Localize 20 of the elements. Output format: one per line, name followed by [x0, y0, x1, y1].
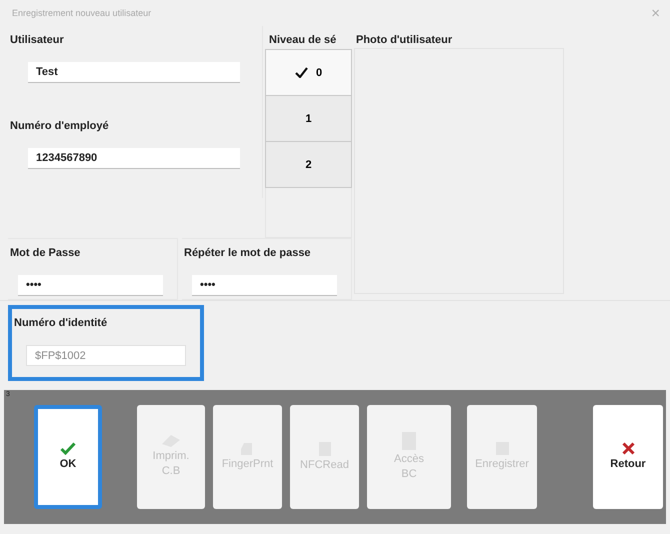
input-field[interactable]: ••••: [18, 275, 163, 296]
field-label: Numéro d'identité: [14, 317, 108, 329]
window-title: Enregistrement nouveau utilisateur: [12, 8, 152, 18]
field-label: Utilisateur: [10, 34, 64, 46]
cross-icon: [622, 442, 634, 456]
level-button[interactable]: 2: [265, 141, 352, 188]
input-field[interactable]: 1234567890: [28, 148, 240, 169]
input-field[interactable]: Test: [28, 62, 240, 83]
level-button[interactable]: 1: [265, 95, 352, 142]
column-header: Niveau de sé: [269, 34, 338, 46]
toolbar-button[interactable]: OK: [34, 405, 102, 509]
level-button[interactable]: 0: [265, 49, 352, 96]
field-label: Photo d'utilisateur: [356, 34, 454, 46]
checkmark-icon: [294, 67, 308, 78]
checkmark-icon: [60, 442, 76, 456]
toolbar-button[interactable]: Retour: [593, 405, 663, 509]
field-label: Mot de Passe: [10, 247, 80, 259]
input-field[interactable]: ••••: [192, 275, 337, 296]
field-label: Répéter le mot de passe: [184, 247, 311, 259]
field-label: Numéro d'employé: [10, 120, 109, 132]
